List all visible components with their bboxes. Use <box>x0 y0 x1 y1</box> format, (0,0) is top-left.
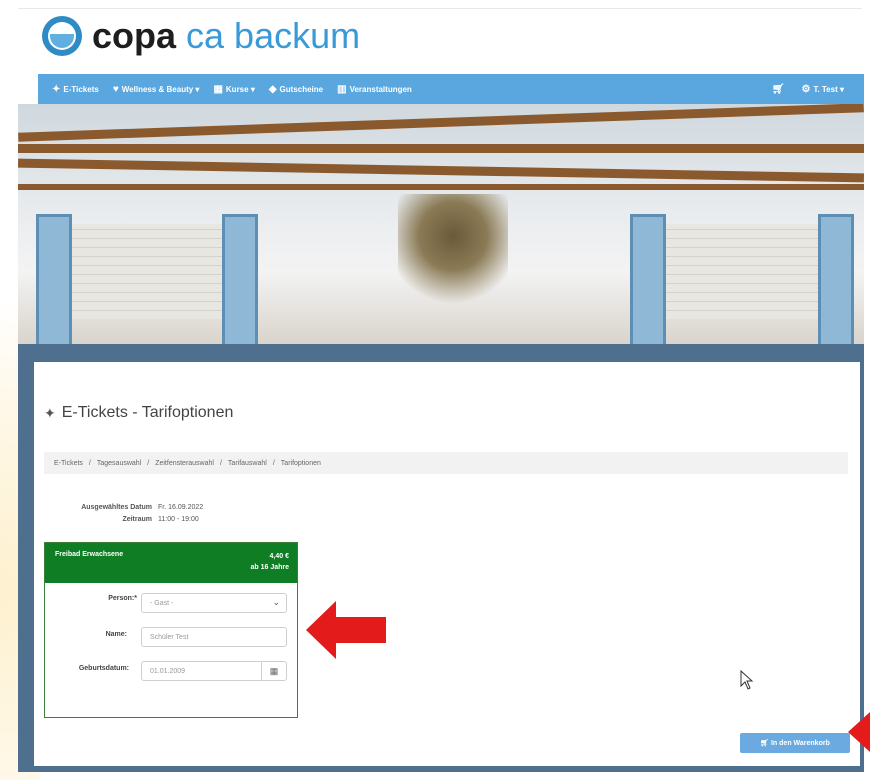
chevron-down-icon: ▾ <box>193 84 200 94</box>
name-input-placeholder: Schüler Test <box>150 633 189 641</box>
chevron-down-icon: ▾ <box>837 84 844 94</box>
roof-beam <box>18 158 864 183</box>
heart-icon: ♥ <box>112 83 119 95</box>
add-to-cart-label: In den Warenkorb <box>770 739 830 747</box>
cart-link[interactable]: 🛒︎ <box>772 84 788 95</box>
nav-label: E-Tickets <box>63 84 99 94</box>
roof-beam <box>18 144 864 153</box>
pillar <box>818 214 854 344</box>
mouse-cursor-icon <box>740 670 754 690</box>
breadcrumb-separator: / <box>272 459 275 467</box>
roof-beam <box>18 104 864 142</box>
add-to-cart-button[interactable]: 🛒︎ In den Warenkorb <box>740 733 850 753</box>
page-title-text: E-Tickets - Tarifoptionen <box>61 404 234 421</box>
main-navbar: ✦ E-Tickets ♥ Wellness & Beauty ▾ ▦ Kurs… <box>38 74 864 104</box>
nav-label: Veranstaltungen <box>349 84 412 94</box>
breadcrumb-item-tagesauswahl[interactable]: Tagesauswahl <box>97 460 141 467</box>
logo-text-ca-backum: ca backum <box>186 15 361 56</box>
breadcrumb-separator: / <box>219 459 222 467</box>
ticket-card: Freibad Erwachsene 4,40 € ab 16 Jahre Pe… <box>44 542 298 718</box>
pillar <box>630 214 666 344</box>
breadcrumb: E-Tickets / Tagesauswahl / Zeitfensterau… <box>44 452 848 474</box>
roof-beam <box>18 184 864 190</box>
nav-label: Wellness & Beauty <box>121 84 194 94</box>
calendar-icon[interactable]: ▦ <box>261 662 286 680</box>
selection-info: Ausgewähltes Datum Fr. 16.09.2022 Zeitra… <box>60 504 203 528</box>
person-select[interactable]: - Gast - ⌄ <box>141 593 287 613</box>
red-arrow-annotation <box>848 712 870 752</box>
ticket-title: Freibad Erwachsene <box>55 551 124 558</box>
pillar <box>36 214 72 344</box>
birthdate-input[interactable]: 01.01.2009 ▦ <box>141 661 287 681</box>
nav-item-veranstaltungen[interactable]: ▥ Veranstaltungen <box>337 84 412 95</box>
time-value: 11:00 - 19:00 <box>158 516 199 523</box>
cart-icon: 🛒︎ <box>760 740 771 747</box>
breadcrumb-item-tarifoptionen: Tarifoptionen <box>280 459 321 467</box>
ticket-price: 4,40 € <box>269 553 289 560</box>
breadcrumb-item-etickets[interactable]: E-Tickets <box>54 460 83 467</box>
logo-mark-icon <box>42 16 82 56</box>
pillar <box>222 214 258 344</box>
ticket-icon: ✦ <box>44 404 56 421</box>
page-title: ✦ E-Tickets - Tarifoptionen <box>44 404 233 422</box>
ticket-icon: ✦ <box>52 83 61 95</box>
breadcrumb-separator: / <box>88 459 91 467</box>
red-arrow-annotation <box>306 601 386 659</box>
tag-icon: ◆ <box>268 83 277 95</box>
nav-item-etickets[interactable]: ✦ E-Tickets <box>52 84 99 95</box>
breadcrumb-separator: / <box>147 459 150 467</box>
nav-label: Kurse <box>225 84 249 94</box>
date-label: Ausgewähltes Datum <box>81 504 152 511</box>
person-select-value: - Gast - <box>150 599 174 607</box>
site-logo[interactable]: copa ca backum <box>42 14 360 58</box>
nav-item-kurse[interactable]: ▦ Kurse ▾ <box>213 84 254 95</box>
birthdate-value: 01.01.2009 <box>150 667 186 675</box>
logo-text-copa: copa <box>92 15 177 56</box>
top-divider <box>18 8 862 9</box>
nav-item-gutscheine[interactable]: ◆ Gutscheine <box>269 84 323 95</box>
hero-image <box>18 104 864 344</box>
user-menu[interactable]: ⚙ T. Test ▾ <box>801 84 844 95</box>
name-label: Name: <box>105 631 127 638</box>
cart-icon: 🛒︎ <box>771 83 785 95</box>
date-value: Fr. 16.09.2022 <box>158 504 204 511</box>
person-label: Person:* <box>108 595 137 602</box>
breadcrumb-item-zeitfenster[interactable]: Zeitfensterauswahl <box>155 460 214 467</box>
nav-label: Gutscheine <box>279 84 324 94</box>
breadcrumb-item-tarifauswahl[interactable]: Tarifauswahl <box>228 460 267 467</box>
tiled-wall <box>658 224 838 319</box>
palm-plant <box>398 194 508 334</box>
nav-item-wellness[interactable]: ♥ Wellness & Beauty ▾ <box>113 84 200 95</box>
ticket-age: ab 16 Jahre <box>250 564 289 571</box>
ticket-card-header: Freibad Erwachsene 4,40 € ab 16 Jahre <box>45 543 297 583</box>
tiled-wall <box>68 224 238 319</box>
birthdate-label: Geburtsdatum: <box>78 665 129 672</box>
chevron-down-icon: ▾ <box>248 84 255 94</box>
user-label: T. Test <box>813 84 838 94</box>
calendar-icon: ▦ <box>213 83 223 95</box>
time-label: Zeitraum <box>122 516 152 523</box>
name-input[interactable]: Schüler Test <box>141 627 287 647</box>
chevron-down-icon: ⌄ <box>272 597 280 607</box>
users-icon: ⚙ <box>801 83 811 95</box>
building-icon: ▥ <box>337 83 347 95</box>
